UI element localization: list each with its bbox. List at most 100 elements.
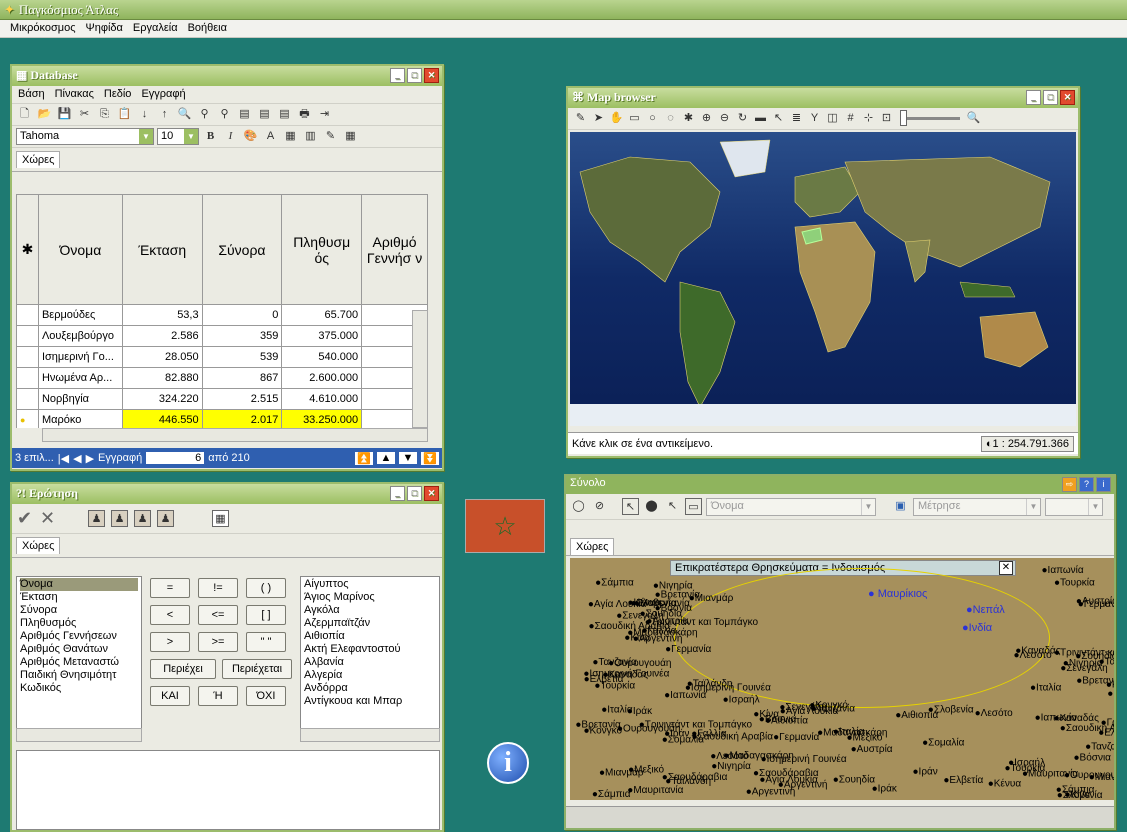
list-item[interactable]: Αλγερία <box>304 669 436 682</box>
tab-xwres[interactable]: Χώρες <box>570 538 615 555</box>
country-dot-label[interactable]: ●Μιανμάρ <box>689 592 734 604</box>
cell-area[interactable]: 53,3 <box>121 304 203 326</box>
tab-xwres[interactable]: Χώρες <box>16 537 61 554</box>
col-births[interactable]: Αριθμό Γεννήσ ν <box>361 194 428 305</box>
next-record-button[interactable]: ▶ <box>86 452 94 465</box>
country-dot-label[interactable]: ●Καναδάς <box>603 668 648 680</box>
list-item[interactable]: Πληθυσμός <box>20 617 138 630</box>
country-dot-label[interactable]: ●Μαυριτανία <box>1022 768 1078 780</box>
query-tool3-icon[interactable]: ♟ <box>134 510 151 527</box>
tab-xwres[interactable]: Χώρες <box>16 151 61 168</box>
list-item[interactable]: Αριθμός Μεταναστώ <box>20 656 138 669</box>
hand-icon[interactable]: ✋ <box>608 110 625 127</box>
size-select[interactable]: 10 ▼ <box>157 128 199 145</box>
list-item[interactable]: Αριθμός Θανάτων <box>20 643 138 656</box>
cell-area[interactable]: 2.586 <box>121 325 203 347</box>
pin-icon[interactable]: ✱ <box>680 110 697 127</box>
list-item[interactable]: Αγκόλα <box>304 604 436 617</box>
cell-borders[interactable]: 359 <box>201 325 283 347</box>
country-dot-label[interactable]: ●Ισραήλ <box>723 694 760 706</box>
border-icon[interactable]: ▦ <box>282 128 299 145</box>
menu-pinakas[interactable]: Πίνακας <box>55 88 94 101</box>
op-quote-button[interactable]: " " <box>246 632 286 652</box>
menu-ergaleia[interactable]: Εργαλεία <box>133 22 178 35</box>
cell-population[interactable]: 540.000 <box>281 346 363 368</box>
info-button[interactable]: i <box>487 742 529 784</box>
cell-population[interactable]: 33.250.000 <box>281 409 363 428</box>
country-dot-label[interactable]: ●Ελβετία <box>943 774 983 786</box>
country-dot-label[interactable]: ●Ισημερινή Γουινέα <box>761 753 847 765</box>
country-dot-label[interactable]: ●Σάμπια <box>595 577 634 589</box>
list-item[interactable]: Κωδικός <box>20 682 138 695</box>
print-icon[interactable]: 🖶 <box>296 106 313 123</box>
cell-population[interactable]: 4.610.000 <box>281 388 363 410</box>
value-list[interactable]: Αίγυπτος Άγιος Μαρίνος Αγκόλα Αζερμπαϊτζ… <box>300 576 440 736</box>
cell-name[interactable]: Ηνωμένα Αρ... <box>37 367 123 389</box>
line-color-icon[interactable]: ✎ <box>322 128 339 145</box>
cell-name[interactable]: Νορβηγία <box>37 388 123 410</box>
minimize-button[interactable]: _ <box>390 68 405 83</box>
filter-icon[interactable]: Y <box>806 110 823 127</box>
maximize-button[interactable]: □ <box>407 486 422 501</box>
col-area[interactable]: Έκταση <box>121 194 203 305</box>
cell-area[interactable]: 82.880 <box>121 367 203 389</box>
contains-button[interactable]: Περιέχει <box>150 659 216 679</box>
sort-asc-icon[interactable]: ↓ <box>136 106 153 123</box>
cell-name[interactable]: Μαρόκο <box>37 409 123 428</box>
country-dot-label[interactable]: ●Ισραήλ <box>1008 757 1045 769</box>
nav-last-button[interactable]: ⏬ <box>421 451 439 465</box>
country-dot-label[interactable]: ●Σλοβενία <box>631 597 677 609</box>
arrow-icon[interactable]: ⇨ <box>1062 477 1077 492</box>
extra-select[interactable]: ▼ <box>1045 497 1103 516</box>
country-dot-label[interactable]: ●Σαουδάραβια <box>753 767 819 779</box>
grid-icon[interactable]: ▦ <box>342 128 359 145</box>
maximize-button[interactable]: □ <box>1043 90 1058 105</box>
country-dot-label[interactable]: ●Ιράκ <box>872 783 898 795</box>
italic-icon[interactable]: I <box>222 128 239 145</box>
country-dot-label[interactable]: ●Σενεγάλη <box>1060 662 1107 674</box>
field-select[interactable]: Όνομα ▼ <box>706 497 876 516</box>
label-icon[interactable]: ▭ <box>685 498 702 515</box>
lasso-select-icon[interactable]: ⊘ <box>591 498 608 515</box>
grid-icon[interactable]: # <box>842 110 859 127</box>
cancel-icon[interactable]: ✕ <box>39 509 56 527</box>
menu-voitheia[interactable]: Βοήθεια <box>188 22 227 35</box>
check-icon[interactable]: ✔ <box>16 509 33 527</box>
filter-icon[interactable]: ⚲ <box>196 106 213 123</box>
minimize-button[interactable]: _ <box>1026 90 1041 105</box>
group-icon[interactable]: ⬤ <box>643 498 660 515</box>
table-row[interactable]: Νορβηγία 324.220 2.515 4.610.000 <box>16 388 428 410</box>
list-item[interactable]: Αιθιοπία <box>304 630 436 643</box>
country-dot-label[interactable]: ●Νιγηρία <box>711 760 751 772</box>
zoom-in-icon[interactable]: ⊕ <box>698 110 715 127</box>
cell-area[interactable]: 446.550 <box>121 409 203 428</box>
search-icon[interactable]: 🔍 <box>965 110 982 127</box>
country-dot-label[interactable]: ●Μαδαγασκάρη <box>817 726 887 738</box>
query-tool1-icon[interactable]: ♟ <box>88 510 105 527</box>
and-button[interactable]: ΚΑΙ <box>150 686 190 706</box>
info-icon[interactable]: i <box>1096 477 1111 492</box>
pencil-icon[interactable]: ✎ <box>572 110 589 127</box>
form-icon[interactable]: ▤ <box>236 106 253 123</box>
field-list-scrollbar[interactable] <box>16 728 142 742</box>
table-view-icon[interactable]: ▦ <box>212 510 229 527</box>
country-dot-label[interactable]: ●Γερμανία <box>665 643 711 655</box>
rotate-icon[interactable]: ↻ <box>734 110 751 127</box>
help-icon[interactable]: ? <box>1079 477 1094 492</box>
op-gt-button[interactable]: > <box>150 632 190 652</box>
info-cursor-icon[interactable]: ↖ <box>770 110 787 127</box>
op-lt-button[interactable]: < <box>150 605 190 625</box>
country-dot-label[interactable]: ●Σομαλία <box>922 736 965 748</box>
cut-icon[interactable]: ✂ <box>76 106 93 123</box>
table-row[interactable]: Βερμούδες 53,3 0 65.700 <box>16 304 428 326</box>
minimize-button[interactable]: _ <box>390 486 405 501</box>
world-map[interactable] <box>570 132 1076 426</box>
op-gte-button[interactable]: >= <box>198 632 238 652</box>
op-lte-button[interactable]: <= <box>198 605 238 625</box>
record-input[interactable]: 6 <box>146 452 205 464</box>
field-list[interactable]: Όνομα Έκταση Σύνορα Πληθυσμός Αριθμός Γε… <box>16 576 142 736</box>
cell-name[interactable]: Λουξεμβούργο <box>37 325 123 347</box>
country-dot-label[interactable]: ●Κονγκό <box>1106 678 1114 690</box>
op-paren-button[interactable]: ( ) <box>246 578 286 598</box>
country-dot-label[interactable]: ●Αυστρία <box>646 615 688 627</box>
